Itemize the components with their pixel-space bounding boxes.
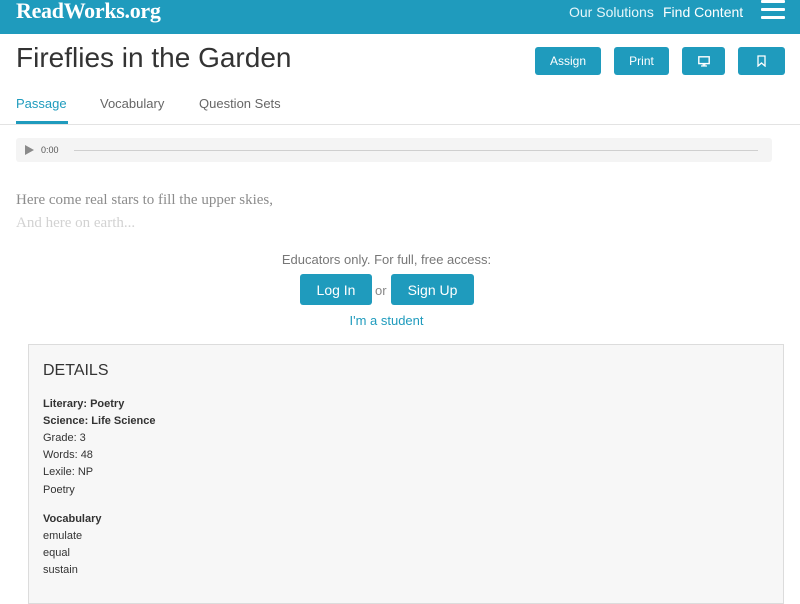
bookmark-button[interactable] — [738, 47, 785, 75]
sign-up-button[interactable]: Sign Up — [391, 274, 474, 305]
vocab-word: emulate — [43, 530, 83, 542]
detail-grade: Grade: 3 — [43, 432, 86, 444]
top-navigation-bar: ReadWorks.org Our Solutions Find Content — [0, 0, 800, 34]
tab-vocabulary[interactable]: Vocabulary — [100, 96, 164, 111]
detail-words: Words: 48 — [43, 449, 93, 461]
page-title: Fireflies in the Garden — [16, 42, 292, 73]
print-button[interactable]: Print — [614, 47, 669, 75]
audio-time: 0:00 — [41, 145, 59, 155]
hamburger-icon[interactable] — [761, 0, 785, 22]
assign-button[interactable]: Assign — [535, 47, 601, 75]
passage-line: Here come real stars to fill the upper s… — [16, 192, 273, 208]
student-link[interactable]: I'm a student — [0, 313, 773, 328]
detail-science: Science: Life Science — [43, 415, 156, 427]
audio-player: 0:00 — [16, 138, 772, 162]
title-bar: Fireflies in the Garden Assign Print Pas… — [0, 34, 800, 125]
log-in-button[interactable]: Log In — [300, 274, 372, 305]
passage-line-faded: And here on earth... — [16, 215, 136, 231]
active-tab-indicator — [16, 121, 68, 124]
details-panel: DETAILS Literary: Poetry Science: Life S… — [28, 344, 784, 604]
vocab-word: equal — [43, 547, 70, 559]
tab-passage[interactable]: Passage — [16, 96, 67, 111]
detail-lexile: Lexile: NP — [43, 466, 94, 478]
vocabulary-heading: Vocabulary — [43, 513, 102, 525]
vocab-word: sustain — [43, 564, 78, 576]
nav-find-content[interactable]: Find Content — [663, 4, 743, 20]
readworks-logo[interactable]: ReadWorks.org — [16, 0, 161, 24]
present-button[interactable] — [682, 47, 725, 75]
bookmark-icon — [757, 55, 766, 67]
nav-our-solutions[interactable]: Our Solutions — [569, 4, 654, 20]
detail-genre: Poetry — [43, 484, 75, 496]
tab-question-sets[interactable]: Question Sets — [199, 96, 281, 111]
monitor-icon — [697, 55, 710, 67]
educators-message: Educators only. For full, free access: — [281, 252, 492, 267]
details-heading: DETAILS — [43, 362, 109, 379]
or-label: or — [375, 283, 387, 298]
detail-literary: Literary: Poetry — [43, 398, 125, 410]
play-icon[interactable] — [25, 145, 34, 155]
audio-progress-track[interactable] — [74, 150, 758, 151]
